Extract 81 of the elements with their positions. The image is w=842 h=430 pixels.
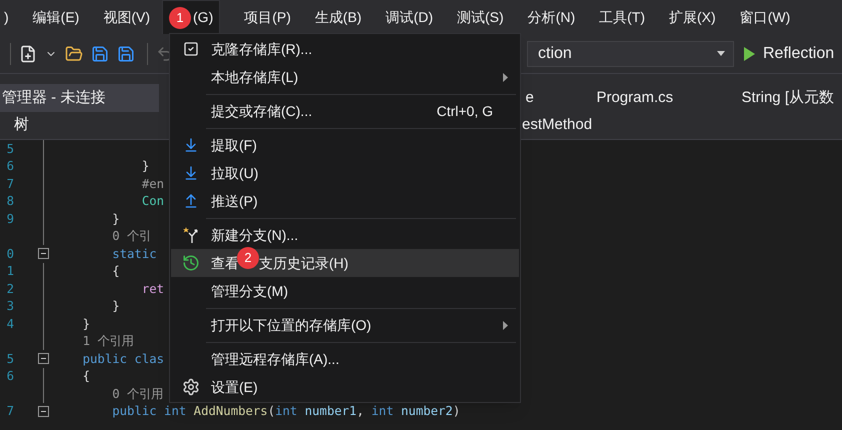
code-line: ret [140,280,164,298]
code-line: { [82,368,90,386]
menu-item[interactable]: 扩展(X) [657,0,728,34]
reference-count[interactable]: 0 个引用 [53,384,164,403]
play-icon [744,46,755,60]
menu-item[interactable]: 工具(T) [587,0,658,34]
code-line: } [111,298,120,316]
menu-entry[interactable]: 提交或存储(C)... Ctrl+0, G [171,97,519,125]
menu-entry[interactable]: 克隆存储库(R)... [171,35,519,63]
menu-item[interactable]: 窗口(W) [728,0,802,34]
line-number: 7 [6,176,14,193]
line-number: 1 [6,263,14,280]
menu-item[interactable]: 测试(S) [445,0,516,34]
code-line: Con [140,193,164,210]
code-line: } [82,316,90,333]
save-all-icon[interactable] [117,44,135,62]
line-number: 9 [6,210,14,228]
line-number: 0 [6,246,14,263]
menu-item[interactable]: 调试(D) [374,0,446,34]
code-line: { [111,263,120,280]
panel-subtitle: 树 [13,115,30,136]
reference-count[interactable]: 1 个引用 [53,332,134,350]
menu-entry[interactable]: 查看 2 支历史记录(H) [171,249,519,277]
document-tab[interactable]: Program.cs [596,84,742,112]
line-number: 2 [6,280,14,298]
step-badge: 2 [237,247,259,269]
upload-icon [183,193,199,209]
document-tab[interactable]: e [525,84,596,112]
panel-title[interactable]: 管理器 - 未连接 [0,84,160,112]
new-project-icon[interactable] [19,44,37,62]
code-line: } [111,210,120,228]
menu-entry[interactable]: 设置(E) [171,373,519,401]
code-line: public int AddNumbers(int number1, int number2) [111,403,460,420]
folder-icon[interactable] [65,44,83,62]
download-icon [183,137,199,153]
dropdown-arrow-icon [717,51,725,56]
menu-item[interactable]: 生成(B) [302,0,374,34]
collapse-icon[interactable] [38,353,49,364]
code-line: public clas [82,350,164,368]
line-number: 5 [6,350,14,368]
menu-entry[interactable]: 本地存储库(L) [171,63,519,91]
menu-item[interactable]: 视图(V) [91,0,162,34]
new-branch-icon [182,226,200,244]
line-number: 8 [6,193,14,210]
shortcut-label: Ctrl+0, G [436,102,493,120]
reference-count[interactable]: 0 个引 [53,227,152,246]
checkbox-icon [183,41,199,57]
line-number: 6 [6,368,14,386]
configuration-dropdown[interactable]: ction [527,40,734,66]
menu-entry[interactable]: 管理远程存储库(A)... [171,345,519,373]
document-tab[interactable]: String [从元数 [741,84,842,112]
menu-entry[interactable]: 推送(P) [171,187,519,215]
line-number: 6 [6,158,14,176]
code-line: } [140,158,150,176]
run-button[interactable]: Reflection [744,42,834,66]
line-number: 4 [6,316,14,333]
menu-entry[interactable]: 拉取(U) [171,159,519,187]
menu-entry[interactable]: 提取(F) [171,131,519,159]
step-badge: 1 [169,6,192,28]
line-number: 5 [6,140,14,158]
history-icon [182,254,200,272]
settings-icon [182,378,200,396]
menu-item[interactable]: 1 (G) [162,0,220,34]
member-dropdown[interactable]: estMethod [522,114,592,137]
code-line: #en [140,176,164,193]
save-icon[interactable] [91,44,109,62]
line-number: 7 [6,403,14,420]
submenu-arrow-icon [503,320,508,330]
menu-item[interactable]: 分析(N) [516,0,588,34]
collapse-icon[interactable] [38,406,49,417]
menu-entry[interactable]: 新建分支(N)... [171,221,519,249]
menu-item[interactable]: 编辑(E) [20,0,92,34]
collapse-icon[interactable] [38,248,49,260]
code-line: static [111,246,157,263]
menu-entry[interactable]: 管理分支(M) [171,277,519,305]
submenu-arrow-icon [503,72,508,82]
menu-entry[interactable]: 打开以下位置的存储库(O) [171,311,519,339]
menu-item[interactable]: ) [0,0,21,34]
line-number: 3 [6,298,14,316]
menu-item[interactable]: 项目(P) [232,0,303,34]
download-icon [183,165,199,181]
